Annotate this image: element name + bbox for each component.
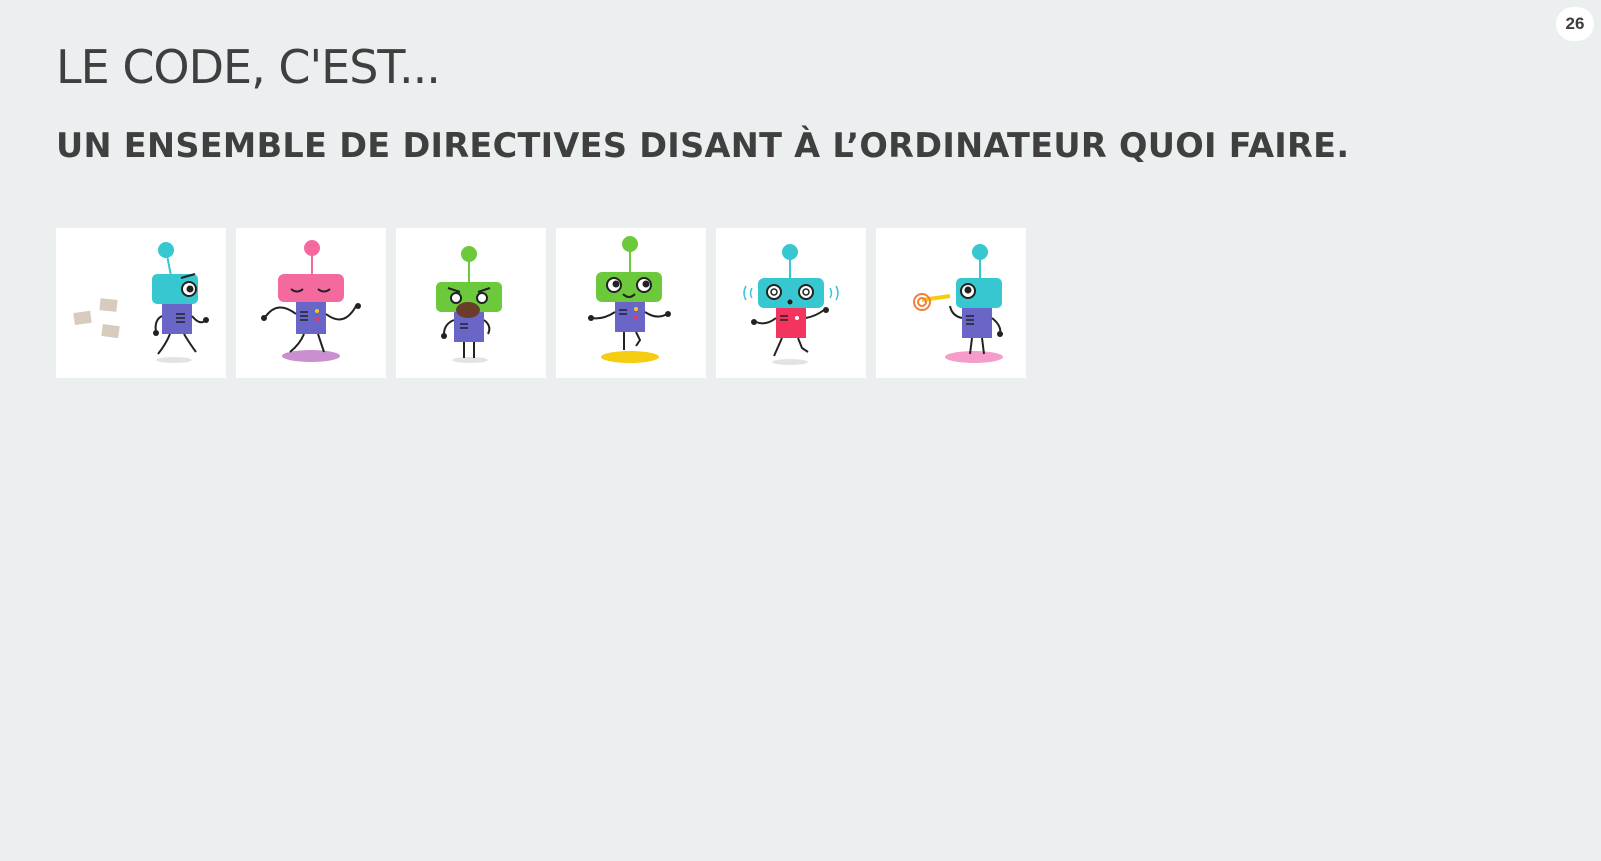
robot-card-2 [236, 228, 386, 378]
robot-dizzy-illustration [743, 244, 839, 365]
robot-card-4 [556, 228, 706, 378]
robot-card-1 [56, 228, 226, 378]
slide-subtitle: UN ENSEMBLE DE DIRECTIVES DISANT À L’ORD… [56, 126, 1350, 165]
robot-dancing-illustration [261, 240, 361, 362]
slide-title: LE CODE, C'EST... [56, 40, 441, 94]
robot-eating-illustration [436, 246, 502, 363]
robot-walking-papers-illustration [73, 242, 209, 363]
robot-happy-illustration [588, 236, 671, 363]
robot-card-3 [396, 228, 546, 378]
robot-card-6 [876, 228, 1026, 378]
robot-card-5 [716, 228, 866, 378]
page-number-badge: 26 [1556, 7, 1594, 41]
robot-party-illustration [913, 244, 1003, 363]
